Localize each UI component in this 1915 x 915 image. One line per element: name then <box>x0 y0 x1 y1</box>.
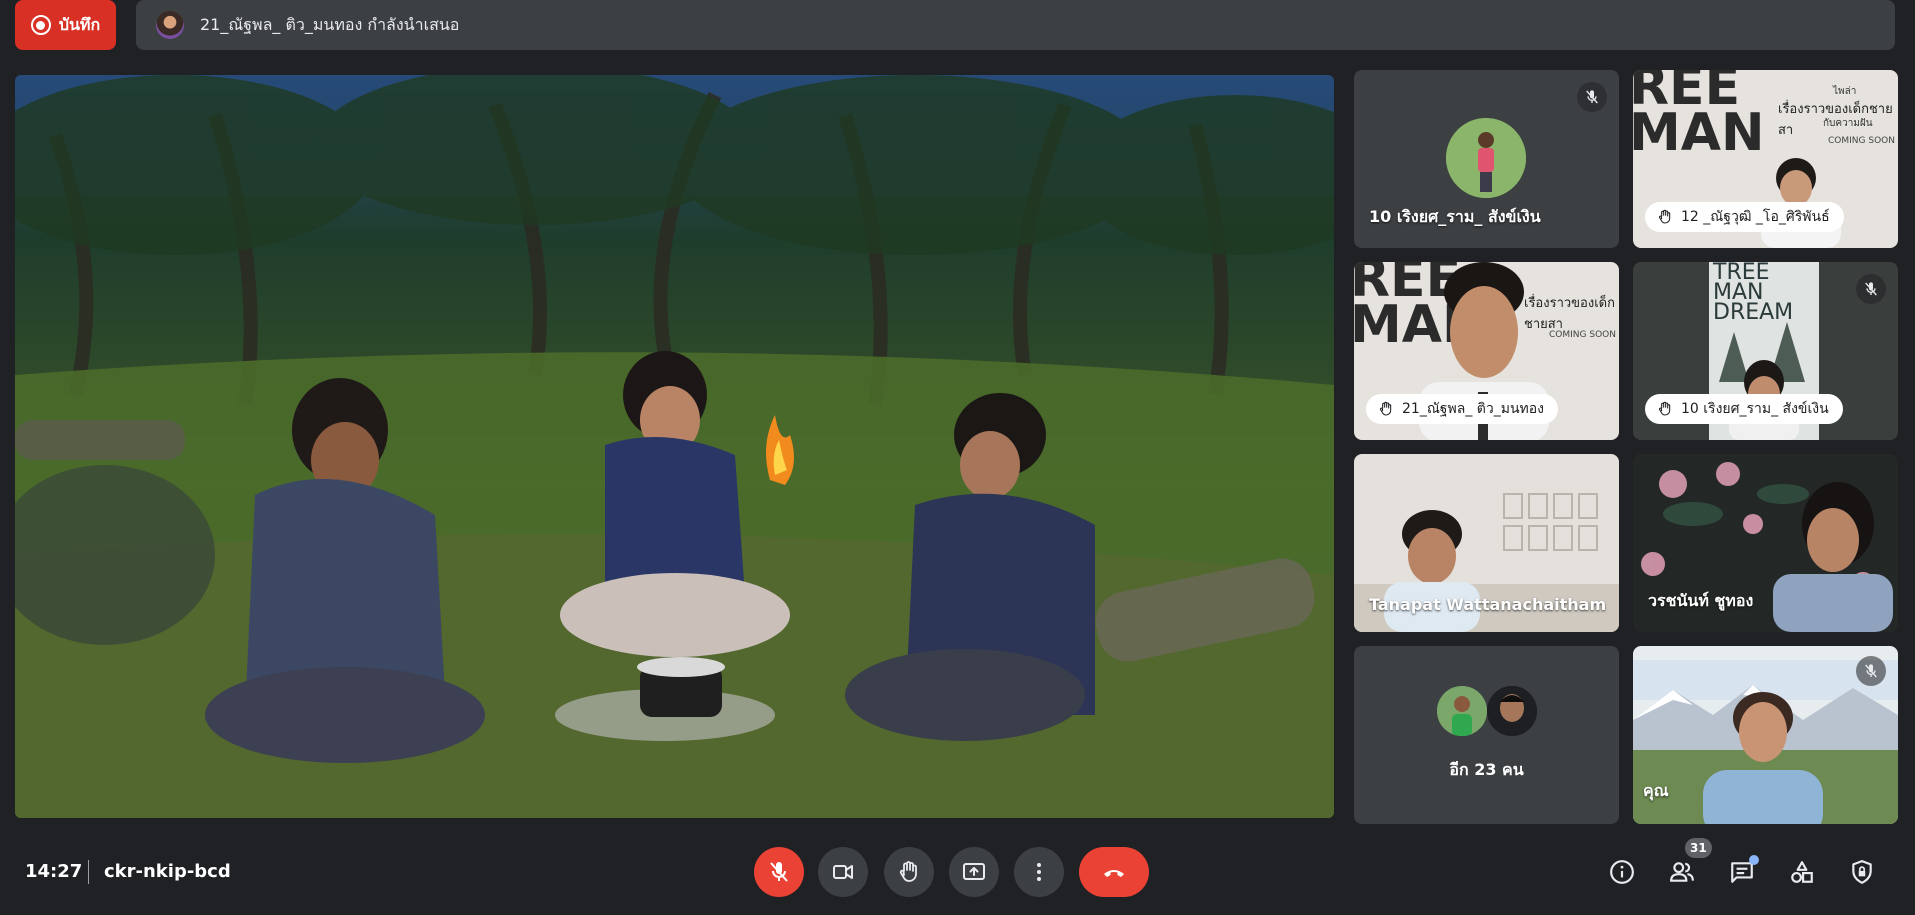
participant-tile[interactable]: คุณ <box>1633 646 1898 824</box>
participant-tile[interactable]: REE MAN เรื่องราวของเด็กชายสา COMING SOO… <box>1354 262 1619 440</box>
poster-text: COMING SOON <box>1549 330 1616 340</box>
divider <box>88 860 89 884</box>
avatar <box>1487 686 1537 736</box>
participant-name: 21_ณัฐพล_ ติว_มนทอง <box>1402 401 1545 417</box>
end-call-button[interactable] <box>1079 847 1149 897</box>
poster-text: MAN <box>1633 103 1765 163</box>
raise-hand-icon <box>1658 209 1671 224</box>
meeting-code[interactable]: ckr-nkip-bcd <box>104 861 231 882</box>
people-icon <box>1670 862 1694 882</box>
raise-hand-icon <box>1379 401 1392 416</box>
mic-off-icon <box>1856 656 1886 686</box>
participant-tile[interactable]: อีก 23 คน <box>1354 646 1619 824</box>
host-controls-button[interactable] <box>1842 852 1882 892</box>
presenting-banner[interactable]: 21_ณัฐพล_ ติว_มนทอง กำลังนำเสนอ <box>136 0 1895 50</box>
poster-text: กับความฝัน <box>1823 118 1873 129</box>
avatar <box>1446 118 1526 198</box>
participant-name: 12 _ณัฐวุฒิ _โอ_ศิริพันธ์ <box>1681 209 1830 225</box>
participant-name: 10 เริงยศ_ราม_ สังข์เงิน <box>1681 401 1829 417</box>
raise-hand-button[interactable] <box>884 847 934 897</box>
raised-hand-label: 12 _ณัฐวุฒิ _โอ_ศิริพันธ์ <box>1645 202 1844 232</box>
camera-icon <box>833 865 853 879</box>
participant-name: Tanapat Wattanachaitham <box>1369 595 1607 614</box>
meeting-time: 14:27 <box>25 861 83 882</box>
present-now-button[interactable] <box>949 847 999 897</box>
more-participants-label: อีก 23 คน <box>1449 760 1524 779</box>
mic-off-icon <box>770 862 788 882</box>
participant-tile[interactable]: 10 เริงยศ_ราม_ สังข์เงิน <box>1354 70 1619 248</box>
participant-name: วรชนันท์ ชูทอง <box>1648 591 1754 610</box>
raised-hand-label: 10 เริงยศ_ราม_ สังข์เงิน <box>1645 394 1843 424</box>
more-options-button[interactable] <box>1014 847 1064 897</box>
host-controls-icon <box>1852 860 1872 884</box>
activities-button[interactable] <box>1782 852 1822 892</box>
poster-text: COMING SOON <box>1828 136 1895 146</box>
presenter-avatar <box>156 11 184 39</box>
record-label: บันทึก <box>58 14 101 34</box>
mic-off-icon <box>1856 274 1886 304</box>
participant-tile[interactable]: REE MAN ไพล่า เรื่องราวของเด็กชายสา กับค… <box>1633 70 1898 248</box>
mic-off-icon <box>1577 82 1607 112</box>
avatar <box>1437 686 1487 736</box>
meeting-details-button[interactable] <box>1602 852 1642 892</box>
presenting-text: 21_ณัฐพล_ ติว_มนทอง กำลังนำเสนอ <box>200 14 460 34</box>
participant-tile[interactable]: Tanapat Wattanachaitham <box>1354 454 1619 632</box>
record-icon <box>30 15 51 35</box>
participant-name: 10 เริงยศ_ราม_ สังข์เงิน <box>1369 207 1541 226</box>
poster-text: ไพล่า <box>1833 86 1857 97</box>
main-presentation-video[interactable] <box>15 75 1334 818</box>
participant-tile[interactable]: TREE MAN DREAM 10 เริงยศ_ราม_ สังข์เงิน <box>1633 262 1898 440</box>
people-button[interactable] <box>1662 852 1702 892</box>
participant-video <box>1633 660 1898 824</box>
more-options-icon <box>1037 863 1041 881</box>
record-button[interactable]: บันทึก <box>15 0 116 50</box>
raise-hand-icon <box>899 861 917 882</box>
camera-toggle-button[interactable] <box>818 847 868 897</box>
participants-count-badge: 31 <box>1685 838 1712 858</box>
raised-hand-label: 21_ณัฐพล_ ติว_มนทอง <box>1366 394 1559 424</box>
participant-tile[interactable]: วรชนันท์ ชูทอง <box>1633 454 1898 632</box>
end-call-icon <box>1104 870 1124 877</box>
present-icon <box>963 863 985 880</box>
activities-icon <box>1791 861 1813 883</box>
participant-name: คุณ <box>1643 781 1669 800</box>
mic-toggle-button[interactable] <box>754 847 804 897</box>
forest-campfire-scene <box>15 75 1334 818</box>
participant-video <box>1751 148 1851 248</box>
chat-notification-dot <box>1749 855 1759 865</box>
info-icon <box>1610 860 1634 884</box>
raise-hand-icon <box>1658 401 1671 416</box>
